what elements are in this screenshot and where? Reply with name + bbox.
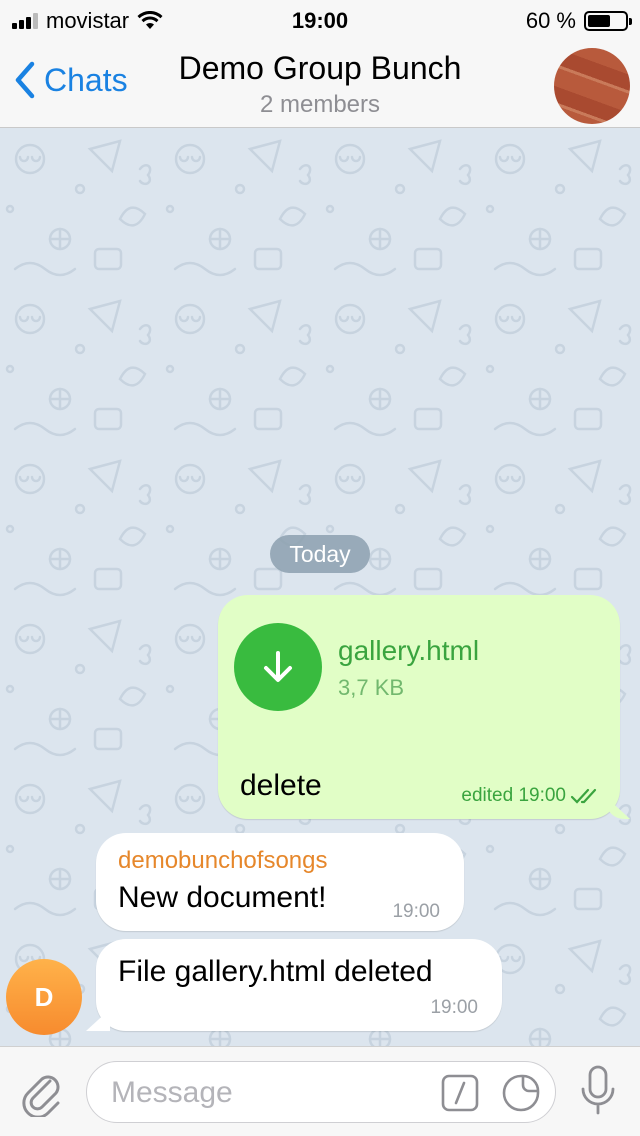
outgoing-message-bubble[interactable]: gallery.html 3,7 KB delete edited 19:00: [218, 595, 620, 819]
message-input[interactable]: [111, 1074, 431, 1112]
paperclip-icon: [22, 1075, 60, 1119]
incoming-message-bubble[interactable]: File gallery.html deleted 19:00: [96, 939, 502, 1031]
chat-title: Demo Group Bunch: [178, 50, 462, 86]
message-text: File gallery.html deleted: [118, 955, 433, 988]
message-time: 19:00: [392, 901, 440, 922]
file-name: gallery.html: [338, 635, 480, 666]
back-label: Chats: [44, 61, 128, 98]
file-size: 3,7 KB: [338, 675, 405, 700]
bot-command-button[interactable]: [441, 1074, 479, 1117]
download-button[interactable]: [234, 623, 322, 711]
chat-subtitle: 2 members: [259, 91, 381, 118]
message-field[interactable]: [86, 1061, 556, 1123]
message-text: delete: [240, 769, 322, 802]
sender-name[interactable]: demobunchofsongs: [118, 847, 327, 875]
status-right: 60 %: [525, 8, 632, 34]
incoming-message-bubble[interactable]: demobunchofsongs New document! 19:00: [96, 833, 464, 931]
message-meta: edited 19:00: [461, 785, 602, 807]
back-button[interactable]: Chats: [14, 60, 128, 100]
edited-time: edited 19:00: [461, 785, 566, 806]
voice-message-button[interactable]: [580, 1065, 616, 1122]
slash-command-icon: [441, 1074, 479, 1112]
chat-header[interactable]: Demo Group Bunch 2 members: [130, 50, 510, 119]
battery-icon: [584, 11, 632, 31]
double-check-icon: [570, 788, 597, 804]
attach-button[interactable]: [20, 1067, 64, 1122]
sticker-icon: [502, 1074, 540, 1112]
group-avatar[interactable]: [554, 48, 630, 124]
sticker-button[interactable]: [501, 1073, 541, 1118]
battery-fill: [588, 15, 610, 27]
sender-avatar[interactable]: D: [6, 959, 82, 1035]
chevron-left-icon: [15, 61, 35, 99]
nav-bar: Chats Demo Group Bunch 2 members: [0, 40, 640, 128]
download-arrow-icon: [264, 651, 292, 682]
status-bar: movistar 19:00 60 %: [0, 0, 640, 40]
input-bar: [0, 1046, 640, 1136]
microphone-icon: [581, 1065, 615, 1115]
battery-label: 60 %: [525, 8, 576, 33]
chat-area[interactable]: Today gallery.html 3,7 KB delete edited …: [0, 129, 640, 1046]
message-time: 19:00: [430, 997, 478, 1018]
message-text: New document!: [118, 881, 327, 914]
date-separator: Today: [270, 535, 370, 573]
